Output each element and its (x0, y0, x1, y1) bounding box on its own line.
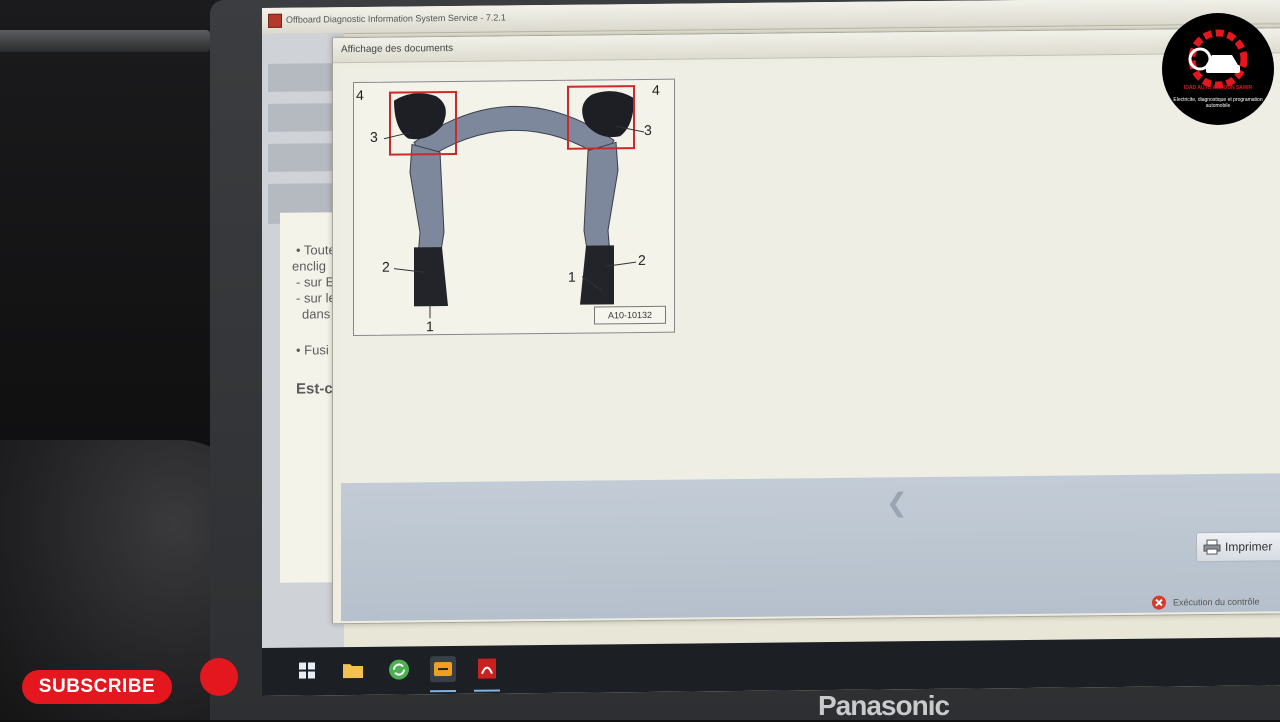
subscribe-label: SUBSCRIBE (38, 676, 156, 697)
callout-label: 4 (356, 86, 364, 104)
channel-logo: IDAD AUTO AKROUN SAMIR Electricite, diag… (1162, 13, 1274, 125)
document-viewer-title: Affichage des documents (341, 42, 454, 56)
channel-name: IDAD AUTO AKROUN SAMIR (1183, 85, 1253, 91)
instruction-text: • Toute (296, 242, 336, 258)
callout-label: 2 (382, 258, 390, 275)
file-explorer-icon[interactable] (340, 657, 366, 683)
document-viewer-window: Affichage des documents 4 3 2 1 4 3 2 1 … (332, 27, 1280, 625)
pdf-reader-icon[interactable] (474, 656, 500, 682)
subframe-diagram: 4 3 2 1 4 3 2 1 A10-10132 (353, 78, 675, 337)
execution-status: Exécution du contrôle (1151, 594, 1260, 611)
sidebar-item[interactable] (268, 63, 332, 92)
previous-arrow-icon[interactable]: ❮ (886, 487, 908, 518)
error-icon (1152, 595, 1166, 610)
subscribe-button[interactable]: SUBSCRIBE (22, 670, 172, 704)
subframe-illustration (383, 85, 645, 319)
callout-label: 4 (652, 81, 660, 98)
question-text: Est-c (296, 380, 333, 398)
instruction-text: • Fusi (296, 342, 329, 358)
sidebar-item[interactable] (268, 103, 332, 132)
execution-status-label: Exécution du contrôle (1173, 596, 1260, 608)
refresh-app-icon[interactable] (386, 656, 412, 682)
running-app-indicator (474, 689, 500, 692)
dashboard-trim (0, 30, 210, 52)
callout-label: 2 (638, 251, 646, 269)
laptop-brand-logo: Panasonic (818, 690, 950, 721)
document-viewer-footer: ❮ Imprimer Exécution du contrôle (341, 473, 1280, 622)
print-label: Imprimer (1225, 539, 1273, 554)
sidebar-item[interactable] (268, 143, 332, 172)
active-app-indicator (430, 689, 456, 693)
record-dot-icon (200, 658, 238, 696)
channel-tagline: Electricite, diagnostique et programatio… (1173, 97, 1263, 109)
callout-label: 3 (370, 128, 378, 145)
printer-icon (1203, 539, 1221, 555)
window-title: Offboard Diagnostic Information System S… (286, 12, 506, 25)
laptop-screen: Offboard Diagnostic Information System S… (262, 0, 1280, 697)
instruction-text: - sur le (296, 290, 336, 306)
windows-start-icon[interactable] (294, 657, 320, 683)
callout-label: 1 (568, 268, 576, 285)
odis-app-icon (268, 13, 282, 28)
callout-label: 1 (426, 318, 434, 335)
odis-app-icon[interactable] (430, 655, 456, 683)
print-button[interactable]: Imprimer (1196, 531, 1280, 563)
instruction-text: - sur El (296, 274, 338, 290)
instruction-text: enclig (292, 258, 326, 274)
figure-reference-id: A10-10132 (594, 305, 666, 325)
callout-label: 3 (644, 121, 652, 138)
